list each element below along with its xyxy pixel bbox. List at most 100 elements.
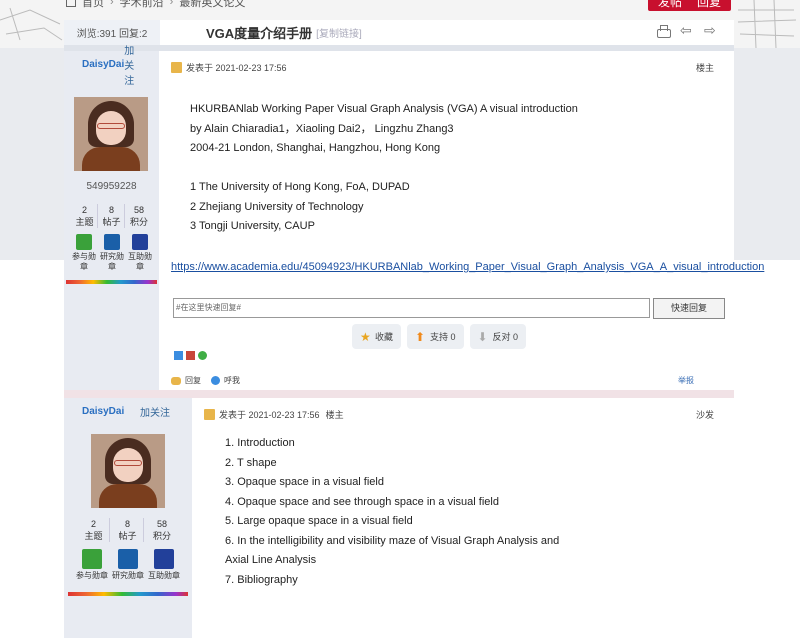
badge-mutual-help[interactable]: 互助勋章 xyxy=(146,549,182,581)
thread-stats: 浏览:391 回复:2 xyxy=(64,20,160,45)
badge-participation[interactable]: 参与勋章 xyxy=(74,549,110,581)
body-line: Axial Line Analysis xyxy=(225,554,317,566)
oppose-button[interactable]: ⬇ 反对 0 xyxy=(469,324,527,349)
star-icon: ★ xyxy=(360,329,371,344)
post-1: DaisyDai 加关注 549959228 2 主题 8 帖子 58 积分 参与勋章… xyxy=(64,46,764,390)
body-line: 3 Tongji University, CAUP xyxy=(190,220,315,232)
count-points[interactable]: 58 积分 xyxy=(126,204,152,228)
avatar[interactable] xyxy=(91,434,165,508)
post-floor: 沙发 xyxy=(695,409,714,420)
body-line: 4. Opaque space and see through space in… xyxy=(225,495,499,508)
post-body: 1. Introduction 2. T shape 3. Opaque spa… xyxy=(225,434,559,590)
quick-reply-button[interactable]: 快速回复 xyxy=(653,298,725,319)
level-bar xyxy=(66,280,157,284)
reply-icon xyxy=(171,376,181,385)
author-badges: 参与勋章 研究勋章 互助勋章 xyxy=(74,549,182,581)
poke-icon xyxy=(211,376,220,385)
badge-mutual-help[interactable]: 互助勋章 xyxy=(127,234,153,272)
post-meta: 发表于 2021-02-23 17:56 楼主 xyxy=(171,59,714,75)
user-icon xyxy=(204,408,215,420)
badge-icon xyxy=(118,549,138,569)
author-name[interactable]: DaisyDai xyxy=(82,59,124,70)
poke-link[interactable]: 呼我 xyxy=(224,375,240,386)
thumb-up-icon: ⬆ xyxy=(415,329,426,344)
body-line: by Alain Chiaradia1，Xiaoling Dai2， Lingz… xyxy=(190,122,454,135)
new-post-button[interactable]: 发帖 xyxy=(648,0,693,11)
support-button[interactable]: ⬆ 支持 0 xyxy=(407,324,464,349)
print-icon[interactable] xyxy=(656,25,671,39)
share-icons xyxy=(174,351,207,360)
user-icon xyxy=(171,61,182,73)
author-sidebar: DaisyDai 加关注 549959228 2 主题 8 帖子 58 积分 参与勋章… xyxy=(64,46,159,390)
decorative-sketch-left xyxy=(0,7,63,41)
body-line: 1 The University of Hong Kong, FoA, DUPA… xyxy=(190,181,410,193)
decorative-sketch-right xyxy=(737,0,797,48)
body-line: 6. In the intelligibility and visibility… xyxy=(225,534,560,547)
count-points[interactable]: 58 积分 xyxy=(146,518,178,542)
post-content: 发表于 2021-02-23 17:56 楼主 沙发 1. Introducti… xyxy=(192,398,734,638)
body-line: 5. Large opaque space in a visual field xyxy=(225,515,413,527)
quick-reply-input[interactable]: #在这里快速回复# xyxy=(173,298,650,318)
breadcrumb-home[interactable]: 首页 xyxy=(82,0,104,10)
post-body: HKURBANlab Working Paper Visual Graph An… xyxy=(190,100,578,237)
share-wechat-icon[interactable] xyxy=(198,351,207,360)
body-line: HKURBANlab Working Paper Visual Graph An… xyxy=(190,103,578,115)
count-topics[interactable]: 2 主题 xyxy=(72,204,98,228)
author-sidebar: DaisyDai 加关注 2 主题 8 帖子 58 积分 参与勋章 研究勋章 互助勋章 xyxy=(64,398,192,638)
badge-participation[interactable]: 参与勋章 xyxy=(71,234,97,272)
body-line: 3. Opaque space in a visual field xyxy=(225,476,384,488)
copy-link[interactable]: [复制链接] xyxy=(316,25,362,40)
follow-button[interactable]: 加关注 xyxy=(124,42,140,87)
badge-research[interactable]: 研究勋章 xyxy=(99,234,125,272)
badge-icon xyxy=(82,549,102,569)
post-meta: 发表于 2021-02-23 17:56 楼主 沙发 xyxy=(204,406,714,422)
author-badges: 参与勋章 研究勋章 互助勋章 xyxy=(71,234,153,272)
post-actions: ★ 收藏 ⬆ 支持 0 ⬇ 反对 0 xyxy=(352,324,527,349)
count-posts[interactable]: 8 帖子 xyxy=(112,518,144,542)
badge-icon xyxy=(104,234,120,250)
count-posts[interactable]: 8 帖子 xyxy=(99,204,125,228)
level-bar xyxy=(68,592,188,596)
badge-icon xyxy=(154,549,174,569)
prev-thread-icon[interactable] xyxy=(680,22,694,39)
post-time: 发表于 2021-02-23 17:56 xyxy=(186,62,287,73)
author-counts: 2 主题 8 帖子 58 积分 xyxy=(72,204,152,228)
thread-header: 浏览:391 回复:2 VGA度量介绍手册 [复制链接] xyxy=(64,20,734,45)
post-content: 发表于 2021-02-23 17:56 楼主 HKURBANlab Worki… xyxy=(159,51,764,390)
thread-title: VGA度量介绍手册 xyxy=(206,26,313,41)
breadcrumb-section[interactable]: 学术前沿 xyxy=(120,0,164,10)
report-link[interactable]: 举报 xyxy=(678,375,694,386)
post-divider xyxy=(64,390,734,398)
badge-icon xyxy=(76,234,92,250)
body-line: 2 Zhejiang University of Technology xyxy=(190,200,364,213)
body-line: 2004-21 London, Shanghai, Hangzhou, Hong… xyxy=(190,142,441,154)
count-topics[interactable]: 2 主题 xyxy=(78,518,110,542)
thumb-down-icon: ⬇ xyxy=(477,329,488,344)
share-weibo-icon[interactable] xyxy=(186,351,195,360)
breadcrumb-separator: › xyxy=(110,0,114,8)
reply-button[interactable]: 回复 xyxy=(687,0,732,11)
breadcrumb-forum[interactable]: 最新英文论文 xyxy=(179,0,245,10)
breadcrumb-separator: › xyxy=(169,0,174,8)
favorite-button[interactable]: ★ 收藏 xyxy=(352,324,402,349)
home-icon[interactable] xyxy=(66,0,76,7)
paper-link[interactable]: https://www.academia.edu/45094923/HKURBA… xyxy=(171,261,764,273)
badge-research[interactable]: 研究勋章 xyxy=(110,549,146,581)
post-floor: 楼主 xyxy=(695,62,714,73)
author-uid: 549959228 xyxy=(86,181,137,192)
post-time: 发表于 2021-02-23 17:56 xyxy=(219,409,320,420)
post-2: DaisyDai 加关注 2 主题 8 帖子 58 积分 参与勋章 研究勋章 互助勋章… xyxy=(64,398,734,638)
author-name[interactable]: DaisyDai xyxy=(82,406,124,417)
author-counts: 2 主题 8 帖子 58 积分 xyxy=(78,518,178,542)
post-footer: 回复 呼我 举报 xyxy=(171,375,694,386)
share-plus-icon[interactable] xyxy=(174,351,183,360)
avatar[interactable] xyxy=(74,97,148,171)
reply-link[interactable]: 回复 xyxy=(185,375,201,386)
body-line: 1. Introduction xyxy=(225,437,295,449)
author-tag: 楼主 xyxy=(325,409,344,420)
body-line: 2. T shape xyxy=(225,456,277,469)
follow-button[interactable]: 加关注 xyxy=(140,404,170,419)
badge-icon xyxy=(132,234,148,250)
breadcrumb: 首页 › 学术前沿 › 最新英文论文 xyxy=(66,0,245,10)
next-thread-icon[interactable] xyxy=(704,22,718,39)
